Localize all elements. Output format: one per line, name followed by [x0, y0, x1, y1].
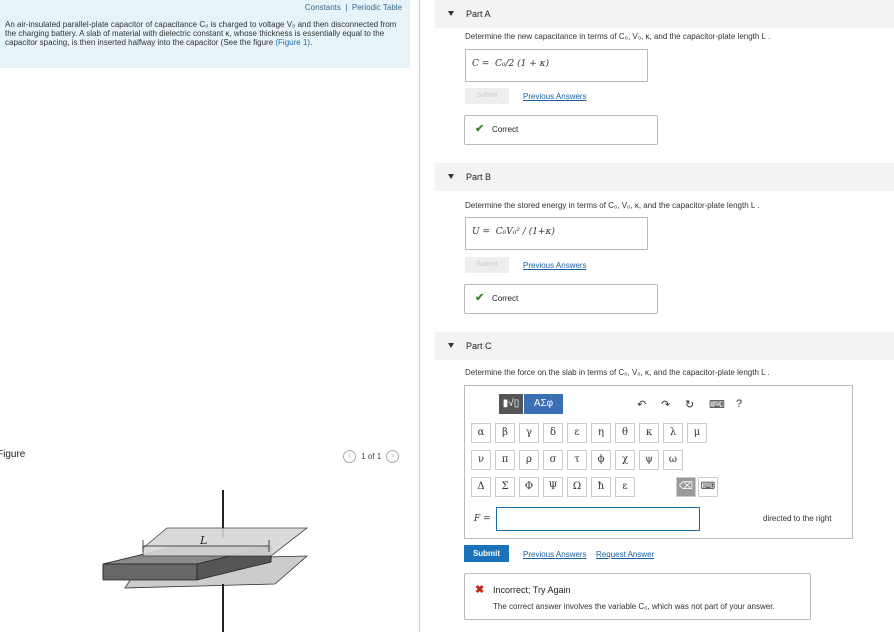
keyboard-key[interactable]: ⌨: [698, 477, 718, 497]
symbol-key[interactable]: Δ: [471, 477, 491, 497]
figure-counter: 1 of 1: [361, 451, 382, 461]
check-icon: ✔: [475, 123, 485, 135]
symbol-key[interactable]: Ψ: [543, 477, 563, 497]
part-c-header[interactable]: Part C: [435, 332, 894, 360]
part-b-question: Determine the stored energy in terms of …: [465, 201, 760, 210]
problem-info: Constants | Periodic Table An air-insula…: [0, 0, 410, 68]
part-a-question: Determine the new capacitance in terms o…: [465, 32, 771, 41]
symbol-key[interactable]: κ: [639, 423, 659, 443]
part-a-header[interactable]: Part A: [435, 0, 894, 28]
symbol-key[interactable]: σ: [543, 450, 563, 470]
part-b-submit-button[interactable]: Submit: [465, 257, 509, 273]
math-editor: ▮√▯ ΑΣφ ↶ ↷ ↻ ⌨ ? αβγδεηθκλμ νπρστϕχψω Δ…: [464, 385, 853, 539]
symbol-key[interactable]: ε: [615, 477, 635, 497]
link-separator: |: [345, 3, 348, 12]
part-b-header[interactable]: Part B: [435, 163, 894, 191]
symbol-key[interactable]: τ: [567, 450, 587, 470]
part-c-status: Incorrect; Try Again: [493, 585, 571, 595]
part-c-answer-prefix: F =: [474, 514, 491, 524]
part-a-label: Part A: [466, 9, 491, 19]
part-b-feedback: ✔ Correct: [464, 284, 658, 314]
symbol-key[interactable]: α: [471, 423, 491, 443]
redo-icon[interactable]: ↷: [661, 398, 670, 411]
panel-divider: [419, 0, 420, 632]
symbol-key[interactable]: γ: [519, 423, 539, 443]
symbol-key[interactable]: ħ: [591, 477, 611, 497]
part-c-label: Part C: [466, 341, 492, 351]
problem-tail: .: [310, 38, 313, 47]
incorrect-icon: ✖: [475, 584, 485, 596]
part-a-previous-answers-link[interactable]: Previous Answers: [523, 92, 587, 101]
part-a-answer-box[interactable]: C = C₀/2 (1 + κ): [465, 49, 648, 82]
dimension-label: L: [199, 534, 207, 547]
check-icon: ✔: [475, 292, 485, 304]
prev-figure-button[interactable]: ‹: [343, 450, 356, 463]
symbol-key[interactable]: π: [495, 450, 515, 470]
delete-key[interactable]: ⌫: [676, 477, 696, 497]
symbol-key[interactable]: θ: [615, 423, 635, 443]
part-b-answer: U = C₀V₀² / (1+κ): [472, 227, 555, 237]
part-b-answer-box[interactable]: U = C₀V₀² / (1+κ): [465, 217, 648, 250]
part-b-previous-answers-link[interactable]: Previous Answers: [523, 261, 587, 270]
request-answer-link[interactable]: Request Answer: [596, 550, 654, 559]
symbol-key[interactable]: ν: [471, 450, 491, 470]
part-b-status: Correct: [492, 294, 519, 303]
force-answer-input[interactable]: [496, 507, 700, 531]
symbol-key[interactable]: β: [495, 423, 515, 443]
symbol-key[interactable]: ω: [663, 450, 683, 470]
symbol-key[interactable]: Ω: [567, 477, 587, 497]
symbol-key[interactable]: ε: [567, 423, 587, 443]
questions-panel: Part A Determine the new capacitance in …: [435, 0, 894, 632]
templates-button[interactable]: ▮√▯: [499, 394, 523, 414]
periodic-table-link[interactable]: Periodic Table: [352, 3, 402, 12]
next-figure-button[interactable]: ›: [386, 450, 400, 463]
part-a-answer: C = C₀/2 (1 + κ): [472, 59, 550, 69]
symbol-key[interactable]: μ: [687, 423, 707, 443]
symbol-key[interactable]: λ: [663, 423, 683, 443]
part-a-submit-button[interactable]: Submit: [465, 88, 509, 104]
problem-text: An air-insulated parallel-plate capacito…: [5, 20, 397, 47]
undo-icon[interactable]: ↶: [637, 398, 646, 411]
part-a-feedback: ✔ Correct: [464, 115, 658, 145]
capacitor-figure: L: [102, 490, 309, 632]
direction-text: directed to the right: [763, 514, 832, 523]
symbol-key[interactable]: δ: [543, 423, 563, 443]
keyboard-icon[interactable]: ⌨: [709, 398, 725, 411]
symbol-key[interactable]: ρ: [519, 450, 539, 470]
top-links: Constants | Periodic Table: [305, 3, 402, 12]
collapse-icon[interactable]: [448, 174, 454, 179]
dielectric-slab-front: [102, 563, 198, 581]
part-c-submit-button[interactable]: Submit: [464, 545, 509, 562]
problem-panel: Constants | Periodic Table An air-insula…: [0, 0, 410, 632]
part-c-question: Determine the force on the slab in terms…: [465, 368, 770, 377]
symbols-button[interactable]: ΑΣφ: [524, 394, 563, 414]
top-plate: [142, 527, 309, 557]
collapse-icon[interactable]: [448, 11, 454, 16]
symbol-key[interactable]: Σ: [495, 477, 515, 497]
symbol-key[interactable]: ψ: [639, 450, 659, 470]
collapse-icon[interactable]: [448, 343, 454, 348]
reset-icon[interactable]: ↻: [685, 398, 694, 411]
figure-heading: Figure: [0, 449, 26, 460]
constants-link[interactable]: Constants: [305, 3, 341, 12]
part-c-feedback-text: The correct answer involves the variable…: [493, 602, 775, 611]
symbol-key[interactable]: Φ: [519, 477, 539, 497]
part-c-previous-answers-link[interactable]: Previous Answers: [523, 550, 587, 559]
problem-statement: An air-insulated parallel-plate capacito…: [5, 20, 405, 47]
part-b-label: Part B: [466, 172, 492, 182]
symbol-key[interactable]: ϕ: [591, 450, 611, 470]
symbol-key[interactable]: χ: [615, 450, 635, 470]
part-a-status: Correct: [492, 125, 519, 134]
part-c-feedback: ✖ Incorrect; Try Again The correct answe…: [464, 573, 811, 620]
help-icon[interactable]: ?: [736, 398, 742, 410]
symbol-key[interactable]: η: [591, 423, 611, 443]
figure-link[interactable]: (Figure 1): [275, 38, 310, 47]
figure-nav: ‹ 1 of 1 ›: [343, 450, 400, 463]
